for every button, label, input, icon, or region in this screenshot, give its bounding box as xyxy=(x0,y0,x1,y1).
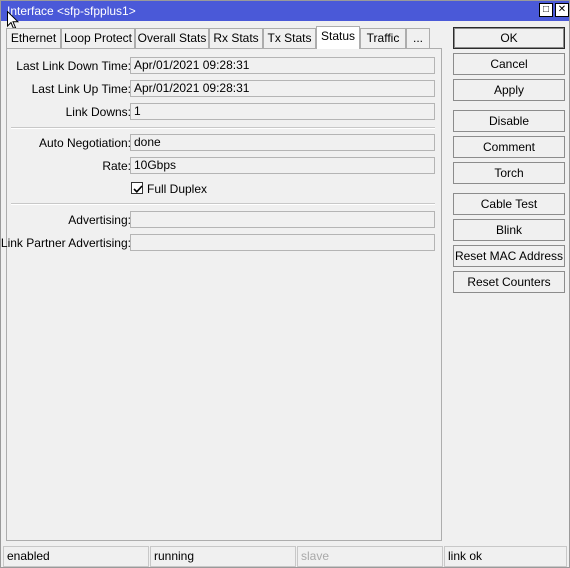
link-downs-label: Link Downs: xyxy=(65,105,131,119)
link-downs-row: Link Downs: 1 xyxy=(7,103,441,121)
rate-label: Rate: xyxy=(102,159,131,173)
auto-negotiation-row: Auto Negotiation: done xyxy=(7,134,441,152)
cancel-button[interactable]: Cancel xyxy=(453,53,565,75)
link-partner-advertising-field[interactable] xyxy=(130,234,435,251)
torch-button[interactable]: Torch xyxy=(453,162,565,184)
comment-button[interactable]: Comment xyxy=(453,136,565,158)
disable-button[interactable]: Disable xyxy=(453,110,565,132)
last-link-up-label: Last Link Up Time: xyxy=(31,82,131,96)
tab-overall-stats[interactable]: Overall Stats xyxy=(135,28,209,49)
reset-mac-address-button[interactable]: Reset MAC Address xyxy=(453,245,565,267)
link-partner-advertising-label: Link Partner Advertising: xyxy=(0,236,131,250)
interface-window: Interface <sfp-sfpplus1> □ ✕ Ethernet Lo… xyxy=(0,0,570,568)
advertising-row: Advertising: xyxy=(7,211,441,229)
separator xyxy=(11,203,435,205)
blink-button[interactable]: Blink xyxy=(453,219,565,241)
title-bar[interactable]: Interface <sfp-sfpplus1> □ ✕ xyxy=(1,1,569,21)
tab-loop-protect[interactable]: Loop Protect xyxy=(61,28,135,49)
checkmark-icon xyxy=(133,185,143,193)
tab-more[interactable]: ... xyxy=(406,28,430,49)
link-downs-field[interactable]: 1 xyxy=(130,103,435,120)
status-panel: Last Link Down Time: Apr/01/2021 09:28:3… xyxy=(1,48,442,541)
rate-row: Rate: 10Gbps xyxy=(7,157,441,175)
separator xyxy=(11,127,435,129)
last-link-down-field[interactable]: Apr/01/2021 09:28:31 xyxy=(130,57,435,74)
auto-negotiation-label: Auto Negotiation: xyxy=(38,136,131,150)
tab-ethernet[interactable]: Ethernet xyxy=(6,28,61,49)
advertising-label: Advertising: xyxy=(68,213,131,227)
tab-tx-stats[interactable]: Tx Stats xyxy=(263,28,316,49)
status-enabled: enabled xyxy=(3,546,149,567)
advertising-field[interactable] xyxy=(130,211,435,228)
ok-button[interactable]: OK xyxy=(453,27,565,49)
tab-status[interactable]: Status xyxy=(316,26,360,49)
last-link-down-label: Last Link Down Time: xyxy=(16,59,131,73)
status-link: link ok xyxy=(444,546,567,567)
last-link-up-field[interactable]: Apr/01/2021 09:28:31 xyxy=(130,80,435,97)
last-link-up-row: Last Link Up Time: Apr/01/2021 09:28:31 xyxy=(7,80,441,98)
auto-negotiation-field[interactable]: done xyxy=(130,134,435,151)
cable-test-button[interactable]: Cable Test xyxy=(453,193,565,215)
full-duplex-checkbox[interactable] xyxy=(131,182,143,194)
status-slave: slave xyxy=(297,546,443,567)
full-duplex-label: Full Duplex xyxy=(147,182,208,196)
tab-traffic[interactable]: Traffic xyxy=(360,28,406,49)
rate-field[interactable]: 10Gbps xyxy=(130,157,435,174)
window-title: Interface <sfp-sfpplus1> xyxy=(7,4,136,18)
close-icon[interactable]: ✕ xyxy=(555,3,569,17)
link-partner-advertising-row: Link Partner Advertising: xyxy=(1,234,441,252)
reset-counters-button[interactable]: Reset Counters xyxy=(453,271,565,293)
status-bar: enabled running slave link ok xyxy=(1,546,569,567)
status-running: running xyxy=(150,546,296,567)
maximize-icon[interactable]: □ xyxy=(539,3,553,17)
last-link-down-row: Last Link Down Time: Apr/01/2021 09:28:3… xyxy=(7,57,441,75)
tab-rx-stats[interactable]: Rx Stats xyxy=(209,28,263,49)
apply-button[interactable]: Apply xyxy=(453,79,565,101)
